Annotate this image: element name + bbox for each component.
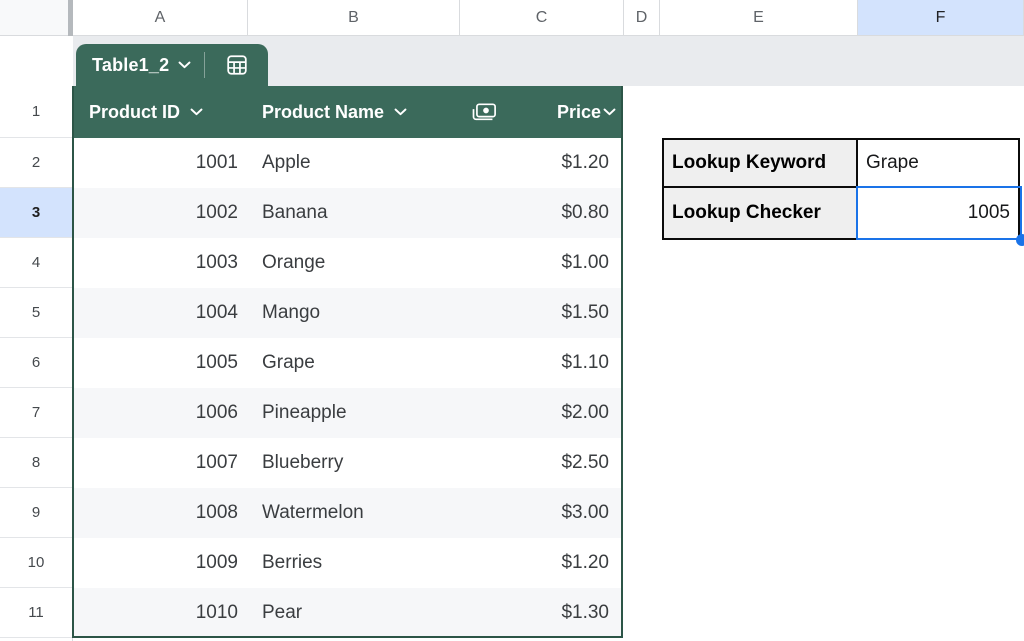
table-border-right xyxy=(621,86,623,638)
cell-product-name[interactable]: Apple xyxy=(248,138,460,188)
row-header-resize-bar[interactable] xyxy=(68,0,73,36)
table-row: 1006Pineapple$2.00 xyxy=(73,388,623,438)
cell-product-name[interactable]: Mango xyxy=(248,288,460,338)
table-name-label: Table1_2 xyxy=(76,55,169,76)
cell-price[interactable]: $1.10 xyxy=(460,338,623,388)
cell-product-name[interactable]: Pear xyxy=(248,588,460,638)
cell-product-id[interactable]: 1007 xyxy=(73,438,248,488)
row-header-9[interactable]: 9 xyxy=(0,488,73,538)
cell-product-name[interactable]: Pineapple xyxy=(248,388,460,438)
column-header-b[interactable]: B xyxy=(248,0,460,36)
table-header-product-id[interactable]: Product ID xyxy=(73,86,248,138)
fill-handle[interactable] xyxy=(1016,234,1024,246)
cell-product-id[interactable]: 1003 xyxy=(73,238,248,288)
cell-lookup-checker-label[interactable]: Lookup Checker xyxy=(664,188,858,238)
row-header-8[interactable]: 8 xyxy=(0,438,73,488)
cell-product-id[interactable]: 1009 xyxy=(73,538,248,588)
table-row: 1007Blueberry$2.50 xyxy=(73,438,623,488)
column-header-a[interactable]: A xyxy=(73,0,248,36)
cell-lookup-keyword-value[interactable]: Grape xyxy=(858,140,1018,188)
table-row: 1003Orange$1.00 xyxy=(73,238,623,288)
sheet-corner-cell[interactable] xyxy=(0,0,68,36)
table-row: 1010Pear$1.30 xyxy=(73,588,623,638)
chevron-down-icon xyxy=(178,61,191,69)
active-cell-selection-box xyxy=(856,186,1022,240)
table-row: 1005Grape$1.10 xyxy=(73,338,623,388)
table-border-left xyxy=(72,86,74,638)
table-header-label: Product Name xyxy=(262,102,384,123)
table-header-product-name[interactable]: Product Name xyxy=(248,86,460,138)
row-header-3[interactable]: 3 xyxy=(0,188,73,238)
table-row: 1009Berries$1.20 xyxy=(73,538,623,588)
cell-lookup-keyword-label[interactable]: Lookup Keyword xyxy=(664,140,858,188)
currency-icon xyxy=(472,103,497,121)
cell-price[interactable]: $1.20 xyxy=(460,138,623,188)
table-row: 1002Banana$0.80 xyxy=(73,188,623,238)
table-header-label: Price xyxy=(557,102,601,123)
cell-product-id[interactable]: 1008 xyxy=(73,488,248,538)
column-header-d[interactable]: D xyxy=(624,0,660,36)
table-row: 1001Apple$1.20 xyxy=(73,138,623,188)
cell-price[interactable]: $3.00 xyxy=(460,488,623,538)
cell-product-name[interactable]: Blueberry xyxy=(248,438,460,488)
chevron-down-icon xyxy=(190,108,203,116)
row-header-4[interactable]: 4 xyxy=(0,238,73,288)
row-header-2[interactable]: 2 xyxy=(0,138,73,188)
column-header-e[interactable]: E xyxy=(660,0,858,36)
column-header-c[interactable]: C xyxy=(460,0,624,36)
cell-product-id[interactable]: 1001 xyxy=(73,138,248,188)
cell-price[interactable]: $0.80 xyxy=(460,188,623,238)
cell-product-id[interactable]: 1004 xyxy=(73,288,248,338)
cell-product-id[interactable]: 1005 xyxy=(73,338,248,388)
table-grid-icon xyxy=(226,54,248,76)
table-header-label: Product ID xyxy=(89,102,180,123)
table-row: 1008Watermelon$3.00 xyxy=(73,488,623,538)
cell-price[interactable]: $1.50 xyxy=(460,288,623,338)
table-row: 1004Mango$1.50 xyxy=(73,288,623,338)
table-header-price[interactable]: Price xyxy=(460,86,623,138)
row-header-1[interactable]: 1 xyxy=(0,86,73,138)
chevron-down-icon xyxy=(394,108,407,116)
cell-product-name[interactable]: Banana xyxy=(248,188,460,238)
row-header-5[interactable]: 5 xyxy=(0,288,73,338)
cell-price[interactable]: $2.50 xyxy=(460,438,623,488)
table-name-chip[interactable]: Table1_2 xyxy=(76,44,268,86)
cell-product-id[interactable]: 1010 xyxy=(73,588,248,638)
cell-product-name[interactable]: Orange xyxy=(248,238,460,288)
cell-product-name[interactable]: Berries xyxy=(248,538,460,588)
cell-product-name[interactable]: Grape xyxy=(248,338,460,388)
spreadsheet-canvas: Table1_2 Product ID Product Name xyxy=(0,0,1024,641)
table-border-bottom xyxy=(72,636,623,638)
cell-product-id[interactable]: 1002 xyxy=(73,188,248,238)
row-header-10[interactable]: 10 xyxy=(0,538,73,588)
table-options-button[interactable] xyxy=(205,44,268,86)
cell-price[interactable]: $2.00 xyxy=(460,388,623,438)
cell-product-id[interactable]: 1006 xyxy=(73,388,248,438)
row-header-6[interactable]: 6 xyxy=(0,338,73,388)
column-header-f[interactable]: F xyxy=(858,0,1024,36)
cell-price[interactable]: $1.20 xyxy=(460,538,623,588)
cell-price[interactable]: $1.30 xyxy=(460,588,623,638)
cell-price[interactable]: $1.00 xyxy=(460,238,623,288)
cell-product-name[interactable]: Watermelon xyxy=(248,488,460,538)
row-header-7[interactable]: 7 xyxy=(0,388,73,438)
row-header-11[interactable]: 11 xyxy=(0,588,73,638)
chevron-down-icon xyxy=(603,108,616,116)
